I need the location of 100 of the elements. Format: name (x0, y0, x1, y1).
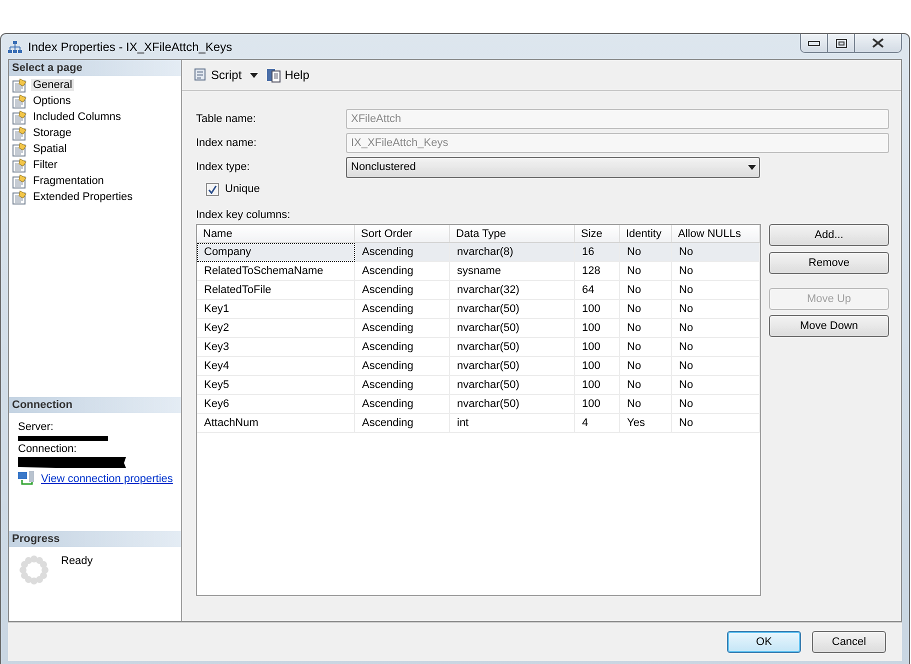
table-cell: 16 (574, 242, 620, 262)
table-cell: nvarchar(50) (450, 394, 574, 414)
table-cell: No (672, 338, 760, 356)
page-item[interactable]: Spatial (31, 143, 69, 155)
minimize-button[interactable] (801, 34, 828, 52)
help-button[interactable]: Help (264, 67, 312, 83)
page-icon (12, 78, 27, 92)
caret-icon (745, 164, 759, 170)
table-cell: No (672, 356, 760, 376)
table-cell: Ascending (354, 414, 450, 432)
table-cell: No (620, 394, 672, 414)
table-cell: No (672, 262, 760, 280)
table-cell: Key3 (197, 338, 354, 356)
table-cell: int (450, 414, 574, 432)
window-title: Index Properties - IX_XFileAttch_Keys (28, 40, 232, 54)
grid-action-button[interactable]: Add... (769, 224, 889, 246)
table-cell: 100 (574, 338, 620, 356)
table-cell: Key2 (197, 318, 354, 338)
column-header[interactable]: Identity (620, 225, 672, 242)
page-item[interactable]: Fragmentation (31, 175, 106, 187)
table-cell: nvarchar(50) (450, 300, 574, 318)
section-header: Progress (9, 531, 181, 547)
page-item[interactable]: Filter (31, 159, 60, 171)
check-icon (208, 184, 217, 194)
cancel-button[interactable]: Cancel (812, 631, 886, 653)
page-item[interactable]: Options (31, 95, 73, 107)
table-cell: No (620, 318, 672, 338)
page-icon (12, 126, 27, 140)
grid-label: Index key columns: (196, 209, 292, 221)
table-cell: 64 (574, 280, 620, 300)
column-header[interactable]: Data Type (450, 225, 574, 242)
page-item[interactable]: Included Columns (31, 111, 124, 123)
field-label: Index type: (196, 161, 251, 173)
table-cell: Ascending (354, 376, 450, 394)
close-icon (872, 38, 884, 48)
table-cell: No (620, 300, 672, 318)
dropdown-button[interactable] (248, 72, 260, 78)
table-cell: No (620, 356, 672, 376)
maximize-button[interactable] (828, 34, 855, 52)
table-cell: 100 (574, 300, 620, 318)
page-icon (12, 174, 27, 188)
connection-link[interactable]: View connection properties (41, 472, 173, 484)
table-cell: Ascending (354, 242, 450, 262)
table-cell: No (620, 242, 672, 262)
table-cell: Yes (620, 414, 672, 432)
table-cell: No (620, 280, 672, 300)
table-cell: Ascending (354, 300, 450, 318)
table-cell: 128 (574, 262, 620, 280)
table-cell: No (620, 376, 672, 394)
column-header[interactable]: Size (574, 225, 620, 242)
help-book-icon (266, 67, 282, 83)
column-header[interactable]: Allow NULLs (672, 225, 760, 242)
table-cell: No (672, 414, 760, 432)
page-item[interactable]: Storage (31, 127, 74, 139)
minimize-icon (808, 40, 820, 46)
table-cell: No (672, 300, 760, 318)
table-cell: Ascending (354, 394, 450, 414)
table-cell: nvarchar(50) (450, 356, 574, 376)
grid-action-button[interactable]: Remove (769, 252, 889, 274)
table-cell: No (672, 280, 760, 300)
table-cell: Key1 (197, 300, 354, 318)
scroll-icon (192, 67, 208, 83)
close-button[interactable] (855, 34, 901, 52)
computer-icon (18, 471, 35, 486)
table-cell: AttachNum (197, 414, 354, 432)
table-cell: No (672, 376, 760, 394)
field-label: Table name: (196, 113, 257, 125)
checkbox-label: Unique (225, 183, 260, 195)
table-cell: Ascending (354, 356, 450, 376)
grid-action-button[interactable]: Move Down (769, 315, 889, 337)
page-icon (12, 94, 27, 108)
page-item[interactable]: Extended Properties (31, 191, 135, 203)
server-label: Server: (18, 421, 54, 433)
section-header: Connection (9, 397, 181, 413)
column-header[interactable]: Sort Order (354, 225, 450, 242)
ok-button[interactable]: OK (727, 631, 801, 653)
unique-checkbox[interactable] (206, 182, 219, 196)
table-cell: nvarchar(8) (450, 242, 574, 262)
table-cell: sysname (450, 262, 574, 280)
table-cell: nvarchar(32) (450, 280, 574, 300)
table-cell: Ascending (354, 280, 450, 300)
table-cell: RelatedToSchemaName (197, 262, 354, 280)
hierarchy-icon (8, 40, 22, 54)
table-cell: 4 (574, 414, 620, 432)
table-cell: Ascending (354, 338, 450, 356)
column-header[interactable]: Name (197, 225, 354, 242)
page-item[interactable]: General (31, 79, 74, 91)
caret-icon (250, 72, 258, 78)
index-type-dropdown[interactable]: Nonclustered (346, 156, 760, 178)
table-cell: Key4 (197, 356, 354, 376)
table-cell: No (672, 318, 760, 338)
table-cell: Ascending (354, 318, 450, 338)
script-button[interactable]: Script (190, 67, 244, 83)
spinner-icon (19, 555, 49, 585)
table-cell: Company (197, 242, 354, 262)
table-cell: Key6 (197, 394, 354, 414)
table-cell: 100 (574, 356, 620, 376)
table-cell: No (672, 242, 760, 262)
page-icon (12, 142, 27, 156)
table-cell: 100 (574, 394, 620, 414)
